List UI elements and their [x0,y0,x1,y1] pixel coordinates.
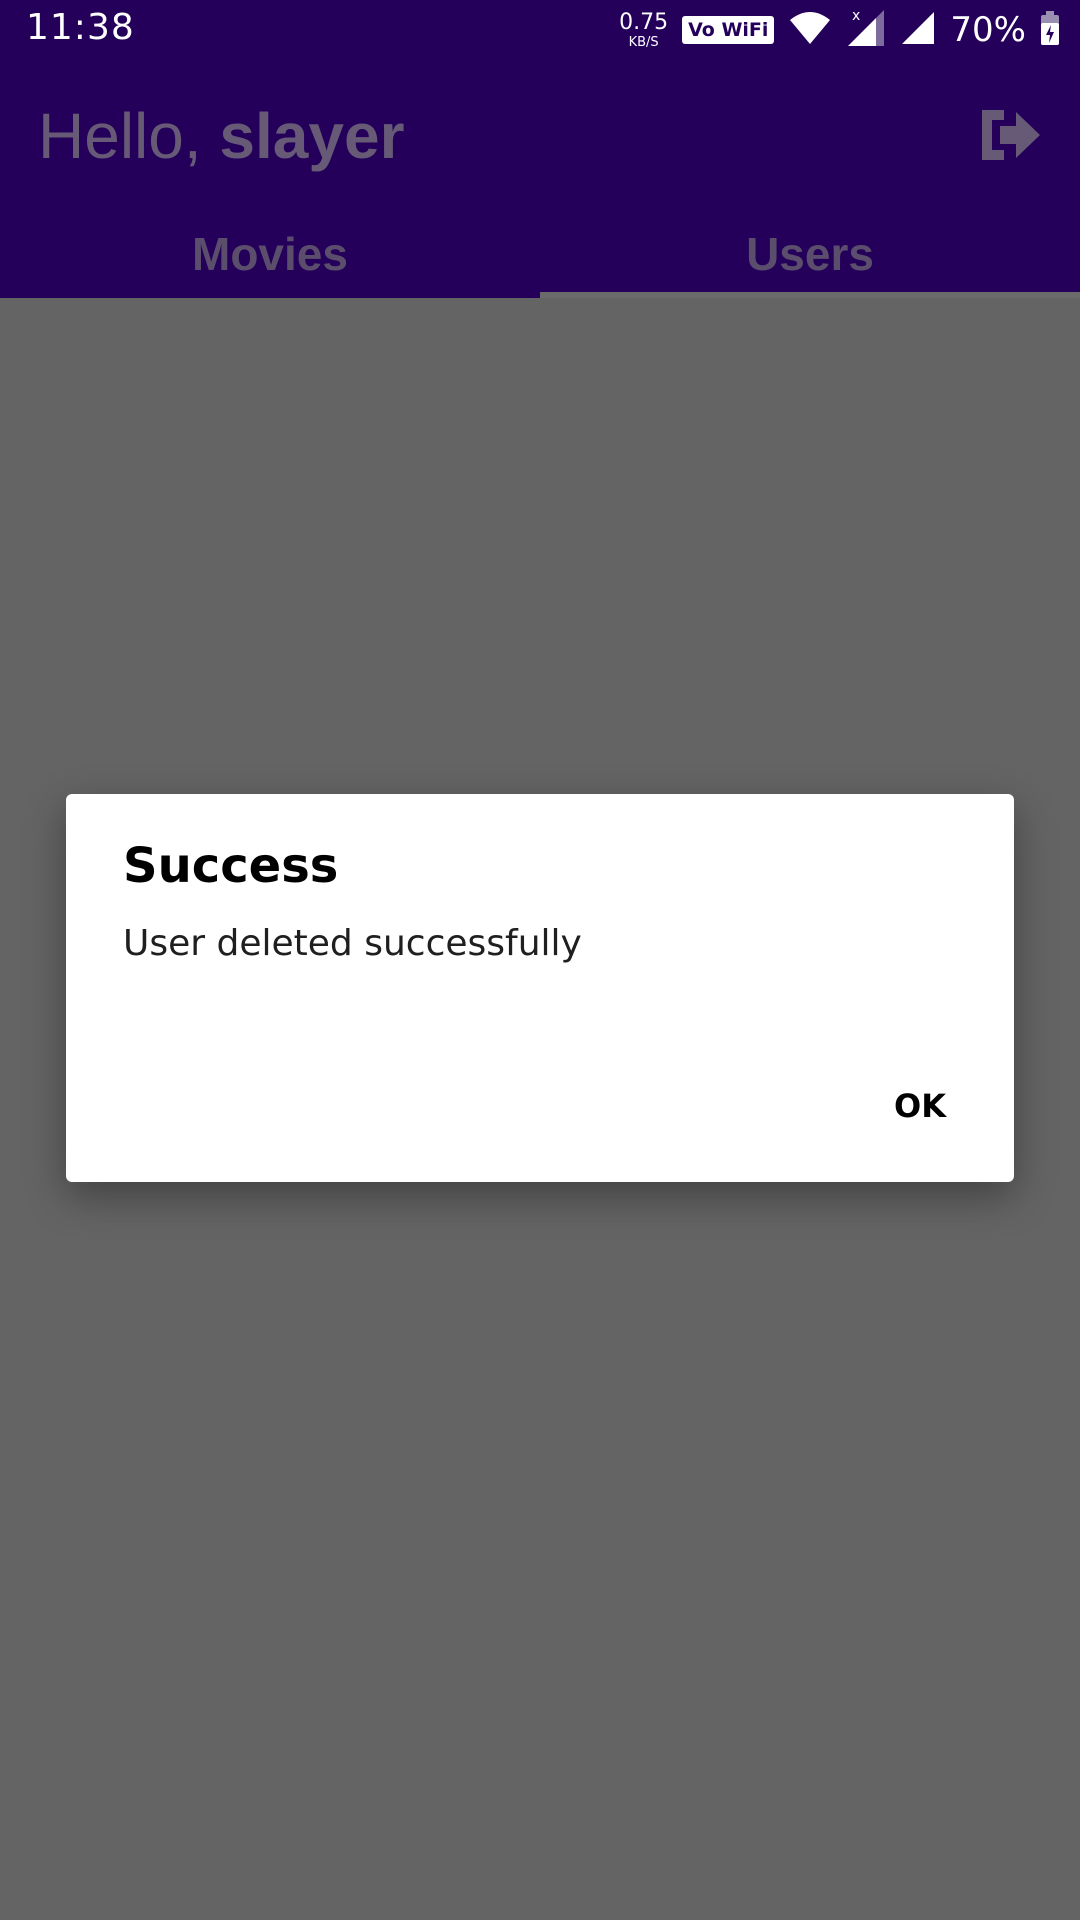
tab-users[interactable]: Users [540,210,1080,298]
tab-movies[interactable]: Movies [0,210,540,298]
cell-signal-x-icon: x [846,8,886,53]
battery-percent: 70% [950,10,1026,50]
status-icons: 0.75 KB/S Vo WiFi x 70% [619,6,1060,54]
tab-bar: Movies Users [0,210,1080,298]
logout-icon[interactable] [974,100,1044,170]
username: slayer [219,100,405,172]
network-speed: 0.75 KB/S [619,9,669,50]
greeting: Hello, slayer [38,96,404,176]
dialog-message: User deleted successfully [123,923,582,964]
status-time: 11:38 [26,7,135,48]
svg-text:x: x [852,8,860,24]
dialog-title: Success [123,838,339,894]
alert-dialog: Success User deleted successfully OK [66,794,1014,1182]
network-speed-value: 0.75 [619,9,669,35]
greeting-prefix: Hello, [38,100,220,172]
wifi-icon [788,10,832,51]
battery-charging-icon [1040,10,1060,50]
status-bar: 11:38 0.75 KB/S Vo WiFi x 70% [0,0,1080,60]
vowifi-icon: Vo WiFi [682,16,775,44]
app-bar: Hello, slayer Movies Users [0,60,1080,298]
network-speed-unit: KB/S [628,34,659,50]
ok-button[interactable]: OK [886,1082,954,1130]
cell-signal-icon [900,10,936,51]
